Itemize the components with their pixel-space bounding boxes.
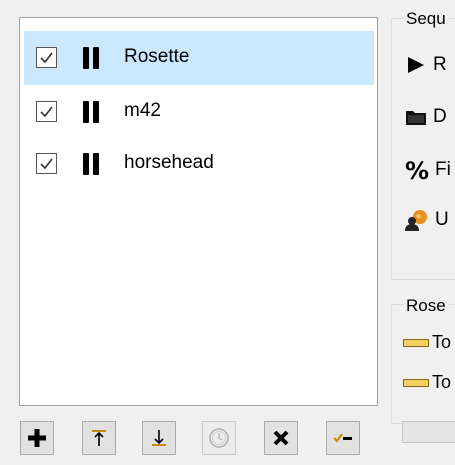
ruler-icon	[403, 338, 429, 347]
folder-item[interactable]: D	[405, 102, 447, 132]
play-icon	[408, 57, 424, 73]
run-item[interactable]: R	[405, 50, 447, 80]
target-groupbox	[391, 304, 455, 424]
folder-icon	[406, 111, 426, 125]
filter-item[interactable]: % Fi	[405, 155, 451, 185]
target-detail-item[interactable]: To	[403, 372, 451, 393]
ruler-icon	[403, 378, 429, 387]
target-detail-item[interactable]: To	[403, 332, 451, 353]
sequence-group-title: Sequ	[403, 9, 449, 29]
svg-text:%: %	[405, 158, 429, 182]
percent-icon: %	[405, 158, 429, 182]
target-group-title: Rose	[403, 296, 449, 316]
right-panel: Sequ R D % Fi U Rose To To	[0, 0, 455, 465]
user-globe-icon	[405, 210, 427, 231]
user-item[interactable]: U	[405, 205, 449, 235]
side-panel-button[interactable]	[402, 421, 455, 443]
